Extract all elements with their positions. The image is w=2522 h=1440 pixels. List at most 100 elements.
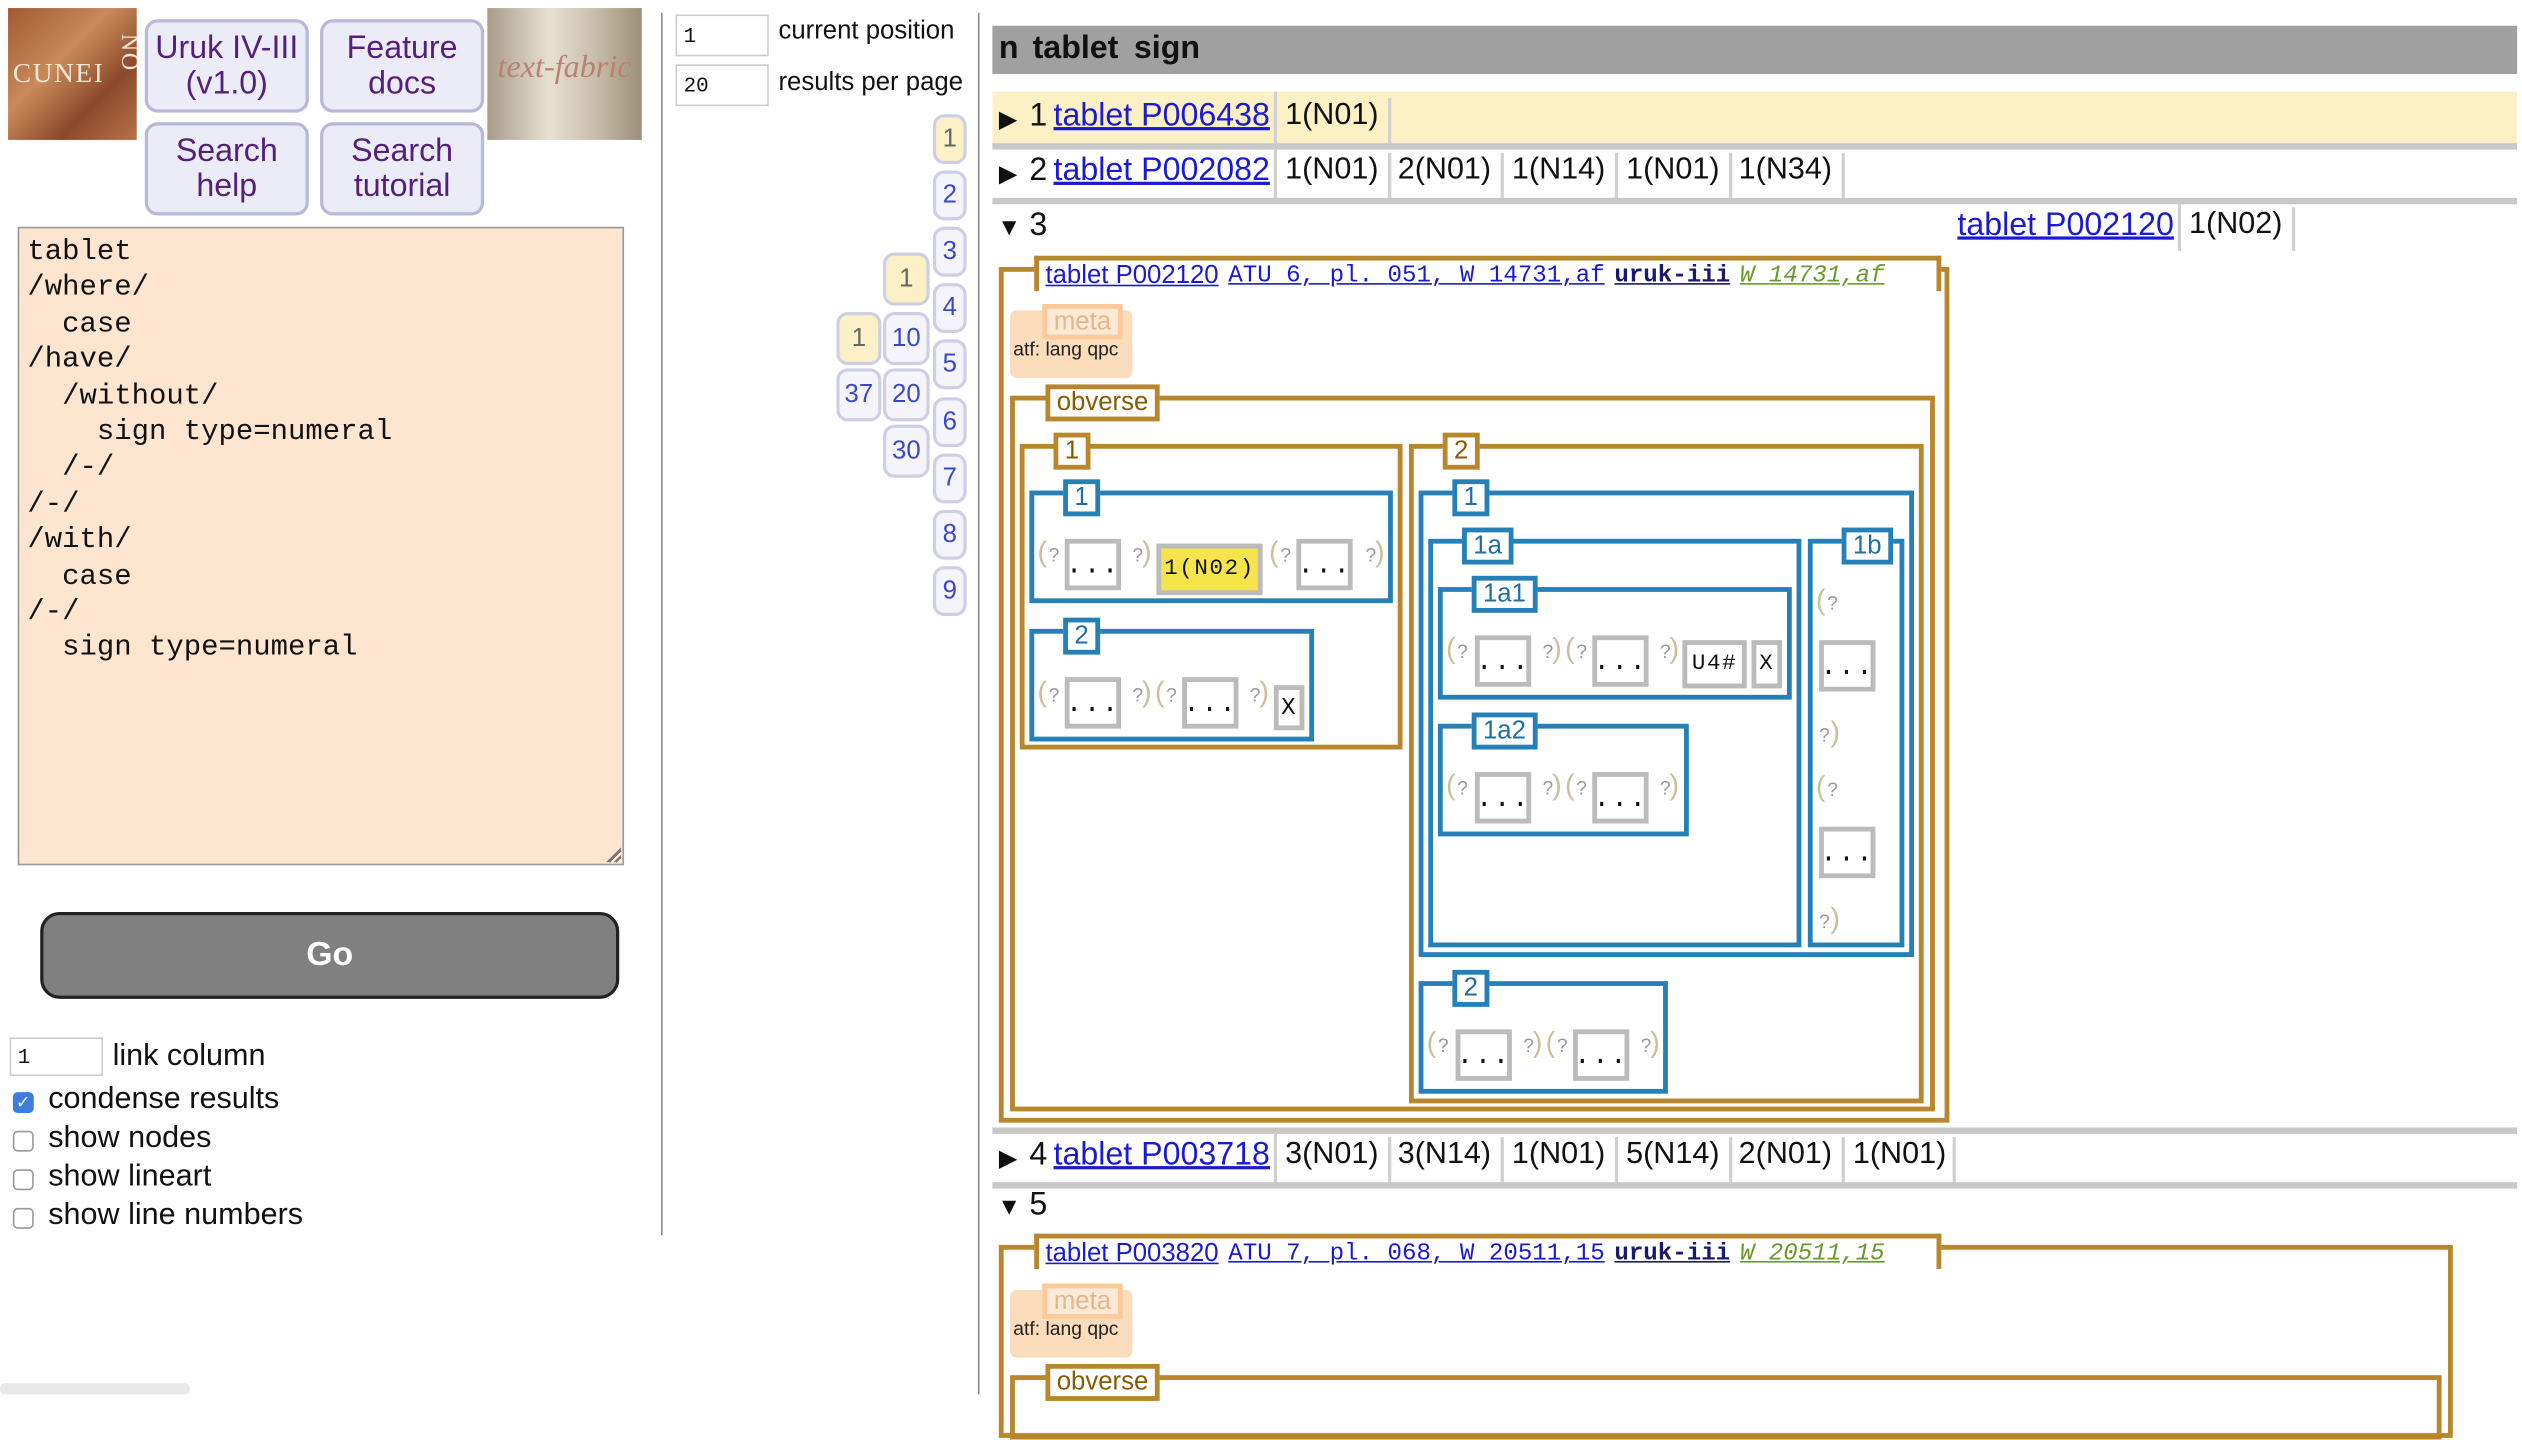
bracket-glyph: ( xyxy=(1426,1026,1437,1059)
sign-box[interactable]: ... xyxy=(1182,677,1239,729)
search-help-button[interactable]: Search help xyxy=(144,122,309,216)
column-label: 1 xyxy=(1053,432,1091,470)
bracket-glyph: ( xyxy=(1564,768,1575,801)
museum-number[interactable]: W 20511,15 xyxy=(1740,1240,1885,1267)
sign-box[interactable]: ... xyxy=(1819,826,1876,879)
page-link-4[interactable]: 4 xyxy=(932,283,967,333)
sign-cell[interactable]: 5(N14) xyxy=(1626,1137,1733,1183)
collapse-triangle-icon[interactable]: ▼ xyxy=(997,214,1021,241)
position-input[interactable]: 1 xyxy=(675,14,769,57)
tablet-link[interactable]: tablet P002120 xyxy=(1957,207,2173,244)
tablet-header: tablet P002120 ATU 6, pl. 051, W 14731,a… xyxy=(1034,255,1942,292)
page-link-7[interactable]: 7 xyxy=(932,453,967,504)
sign-box[interactable]: ... xyxy=(1474,772,1532,824)
results-header: n tablet sign xyxy=(992,25,2518,74)
meta-box: meta atf: lang qpc xyxy=(1010,303,1133,378)
uncertain-marker: ? xyxy=(1457,640,1468,663)
sign-cell[interactable]: 1(N34) xyxy=(1739,152,1845,198)
sign-box[interactable]: ... xyxy=(1064,538,1122,591)
tablet-link[interactable]: tablet P006438 xyxy=(1054,98,1270,135)
sign-box[interactable]: ... xyxy=(1296,538,1353,591)
tablet-detail-link[interactable]: tablet P002120 xyxy=(1045,261,1218,290)
app-version-button[interactable]: Uruk IV-III (v1.0) xyxy=(144,19,309,113)
page-stride10-1[interactable]: 1 xyxy=(883,252,930,306)
sign-box[interactable]: ... xyxy=(1819,640,1876,692)
sign-box[interactable]: ... xyxy=(1573,1029,1630,1081)
atu-reference[interactable]: ATU 6, pl. 051, W 14731,af xyxy=(1228,262,1604,289)
collapse-triangle-icon[interactable]: ▼ xyxy=(997,1193,1021,1220)
uncertain-marker: ? xyxy=(1819,910,1830,933)
per-page-input[interactable]: 20 xyxy=(675,64,769,107)
tablet-link[interactable]: tablet P003718 xyxy=(1054,1137,1270,1174)
text-fabric-logo[interactable]: text-fabric xyxy=(487,8,642,140)
page-stride10-20[interactable]: 20 xyxy=(883,368,930,422)
meta-label: meta xyxy=(1042,1283,1123,1319)
cdli-logo[interactable]: CUNEI NO xyxy=(8,8,142,140)
museum-number[interactable]: W 14731,af xyxy=(1740,262,1885,289)
status-bar-stub xyxy=(0,1383,190,1395)
divider xyxy=(661,12,663,1236)
expand-triangle-icon[interactable]: ▶ xyxy=(999,159,1018,188)
sign-box[interactable]: ... xyxy=(1592,772,1649,824)
period-link[interactable]: uruk-iii xyxy=(1614,1240,1730,1267)
sign-cell[interactable]: 3(N01) xyxy=(1285,1137,1392,1183)
bracket-glyph: ) xyxy=(1259,675,1270,708)
show-line-numbers-checkbox[interactable] xyxy=(12,1207,34,1229)
page-link-1[interactable]: 1 xyxy=(932,114,967,165)
bracket-glyph: ) xyxy=(1552,768,1562,801)
page-link-2[interactable]: 2 xyxy=(932,170,967,221)
cell-divider xyxy=(1273,147,1278,200)
query-editor[interactable]: tablet /where/ case /have/ /without/ sig… xyxy=(17,226,625,866)
go-label: Go xyxy=(306,936,354,974)
sign-box[interactable]: ... xyxy=(1064,677,1122,729)
sign-cell[interactable]: 1(N01) xyxy=(1285,152,1392,198)
sign-cell[interactable]: 3(N14) xyxy=(1398,1137,1504,1183)
resize-handle[interactable] xyxy=(604,846,621,863)
page-link-8[interactable]: 8 xyxy=(932,509,967,560)
sign-box[interactable]: X xyxy=(1273,685,1305,731)
sign-cell[interactable]: 1(N01) xyxy=(1285,98,1392,144)
show-lineart-checkbox[interactable] xyxy=(12,1169,34,1191)
page-link-6[interactable]: 6 xyxy=(932,397,967,448)
show-nodes-checkbox[interactable] xyxy=(12,1130,34,1152)
expand-triangle-icon[interactable]: ▶ xyxy=(999,1144,1018,1172)
page-stride10-10[interactable]: 10 xyxy=(883,312,930,366)
uncertain-marker: ? xyxy=(1166,683,1177,707)
sign-box[interactable]: ... xyxy=(1455,1029,1512,1081)
sign-cell[interactable]: 1(N01) xyxy=(1626,152,1733,198)
go-button[interactable]: Go xyxy=(40,911,620,999)
expand-triangle-icon[interactable]: ▶ xyxy=(999,105,1018,133)
position-label: current position xyxy=(778,17,955,46)
page-link-9[interactable]: 9 xyxy=(932,566,967,617)
page-stride100-37[interactable]: 37 xyxy=(836,368,882,422)
page-link-5[interactable]: 5 xyxy=(932,339,967,390)
link-column-input[interactable]: 1 xyxy=(9,1037,103,1077)
tablet-link[interactable]: tablet P002082 xyxy=(1054,153,1270,190)
tablet-detail-link[interactable]: tablet P003820 xyxy=(1045,1239,1218,1268)
period-link[interactable]: uruk-iii xyxy=(1614,262,1730,289)
search-tutorial-button[interactable]: Search tutorial xyxy=(320,122,485,216)
sign-box[interactable]: X xyxy=(1751,640,1783,689)
meta-atf: atf: lang qpc xyxy=(1013,1317,1119,1340)
page-stride100-1[interactable]: 1 xyxy=(836,312,882,366)
feature-docs-label-2: docs xyxy=(368,65,437,102)
sign-cell[interactable]: 1(N02) xyxy=(2189,207,2296,251)
sign-cell[interactable]: 1(N01) xyxy=(1512,1137,1619,1183)
divider xyxy=(977,12,980,1395)
link-column-label: link column xyxy=(112,1039,266,1073)
case-label: 1a2 xyxy=(1471,712,1538,750)
atu-reference[interactable]: ATU 7, pl. 068, W 20511,15 xyxy=(1228,1240,1604,1267)
page-stride10-30[interactable]: 30 xyxy=(883,424,930,478)
sign-box[interactable]: ... xyxy=(1474,635,1532,687)
sign-cell[interactable]: 1(N14) xyxy=(1512,152,1619,198)
highlighted-sign[interactable]: 1(N02) xyxy=(1156,543,1263,596)
sign-box[interactable]: ... xyxy=(1592,635,1649,687)
uncertain-marker: ? xyxy=(1457,776,1468,800)
page-link-3[interactable]: 3 xyxy=(932,226,967,277)
feature-docs-button[interactable]: Feature docs xyxy=(320,19,485,113)
sign-cell[interactable]: 2(N01) xyxy=(1398,152,1504,198)
sign-cell[interactable]: 1(N01) xyxy=(1853,1137,1956,1183)
sign-box[interactable]: U4# xyxy=(1682,640,1747,689)
condense-checkbox[interactable]: ✓ xyxy=(12,1092,34,1114)
sign-cell[interactable]: 2(N01) xyxy=(1739,1137,1845,1183)
